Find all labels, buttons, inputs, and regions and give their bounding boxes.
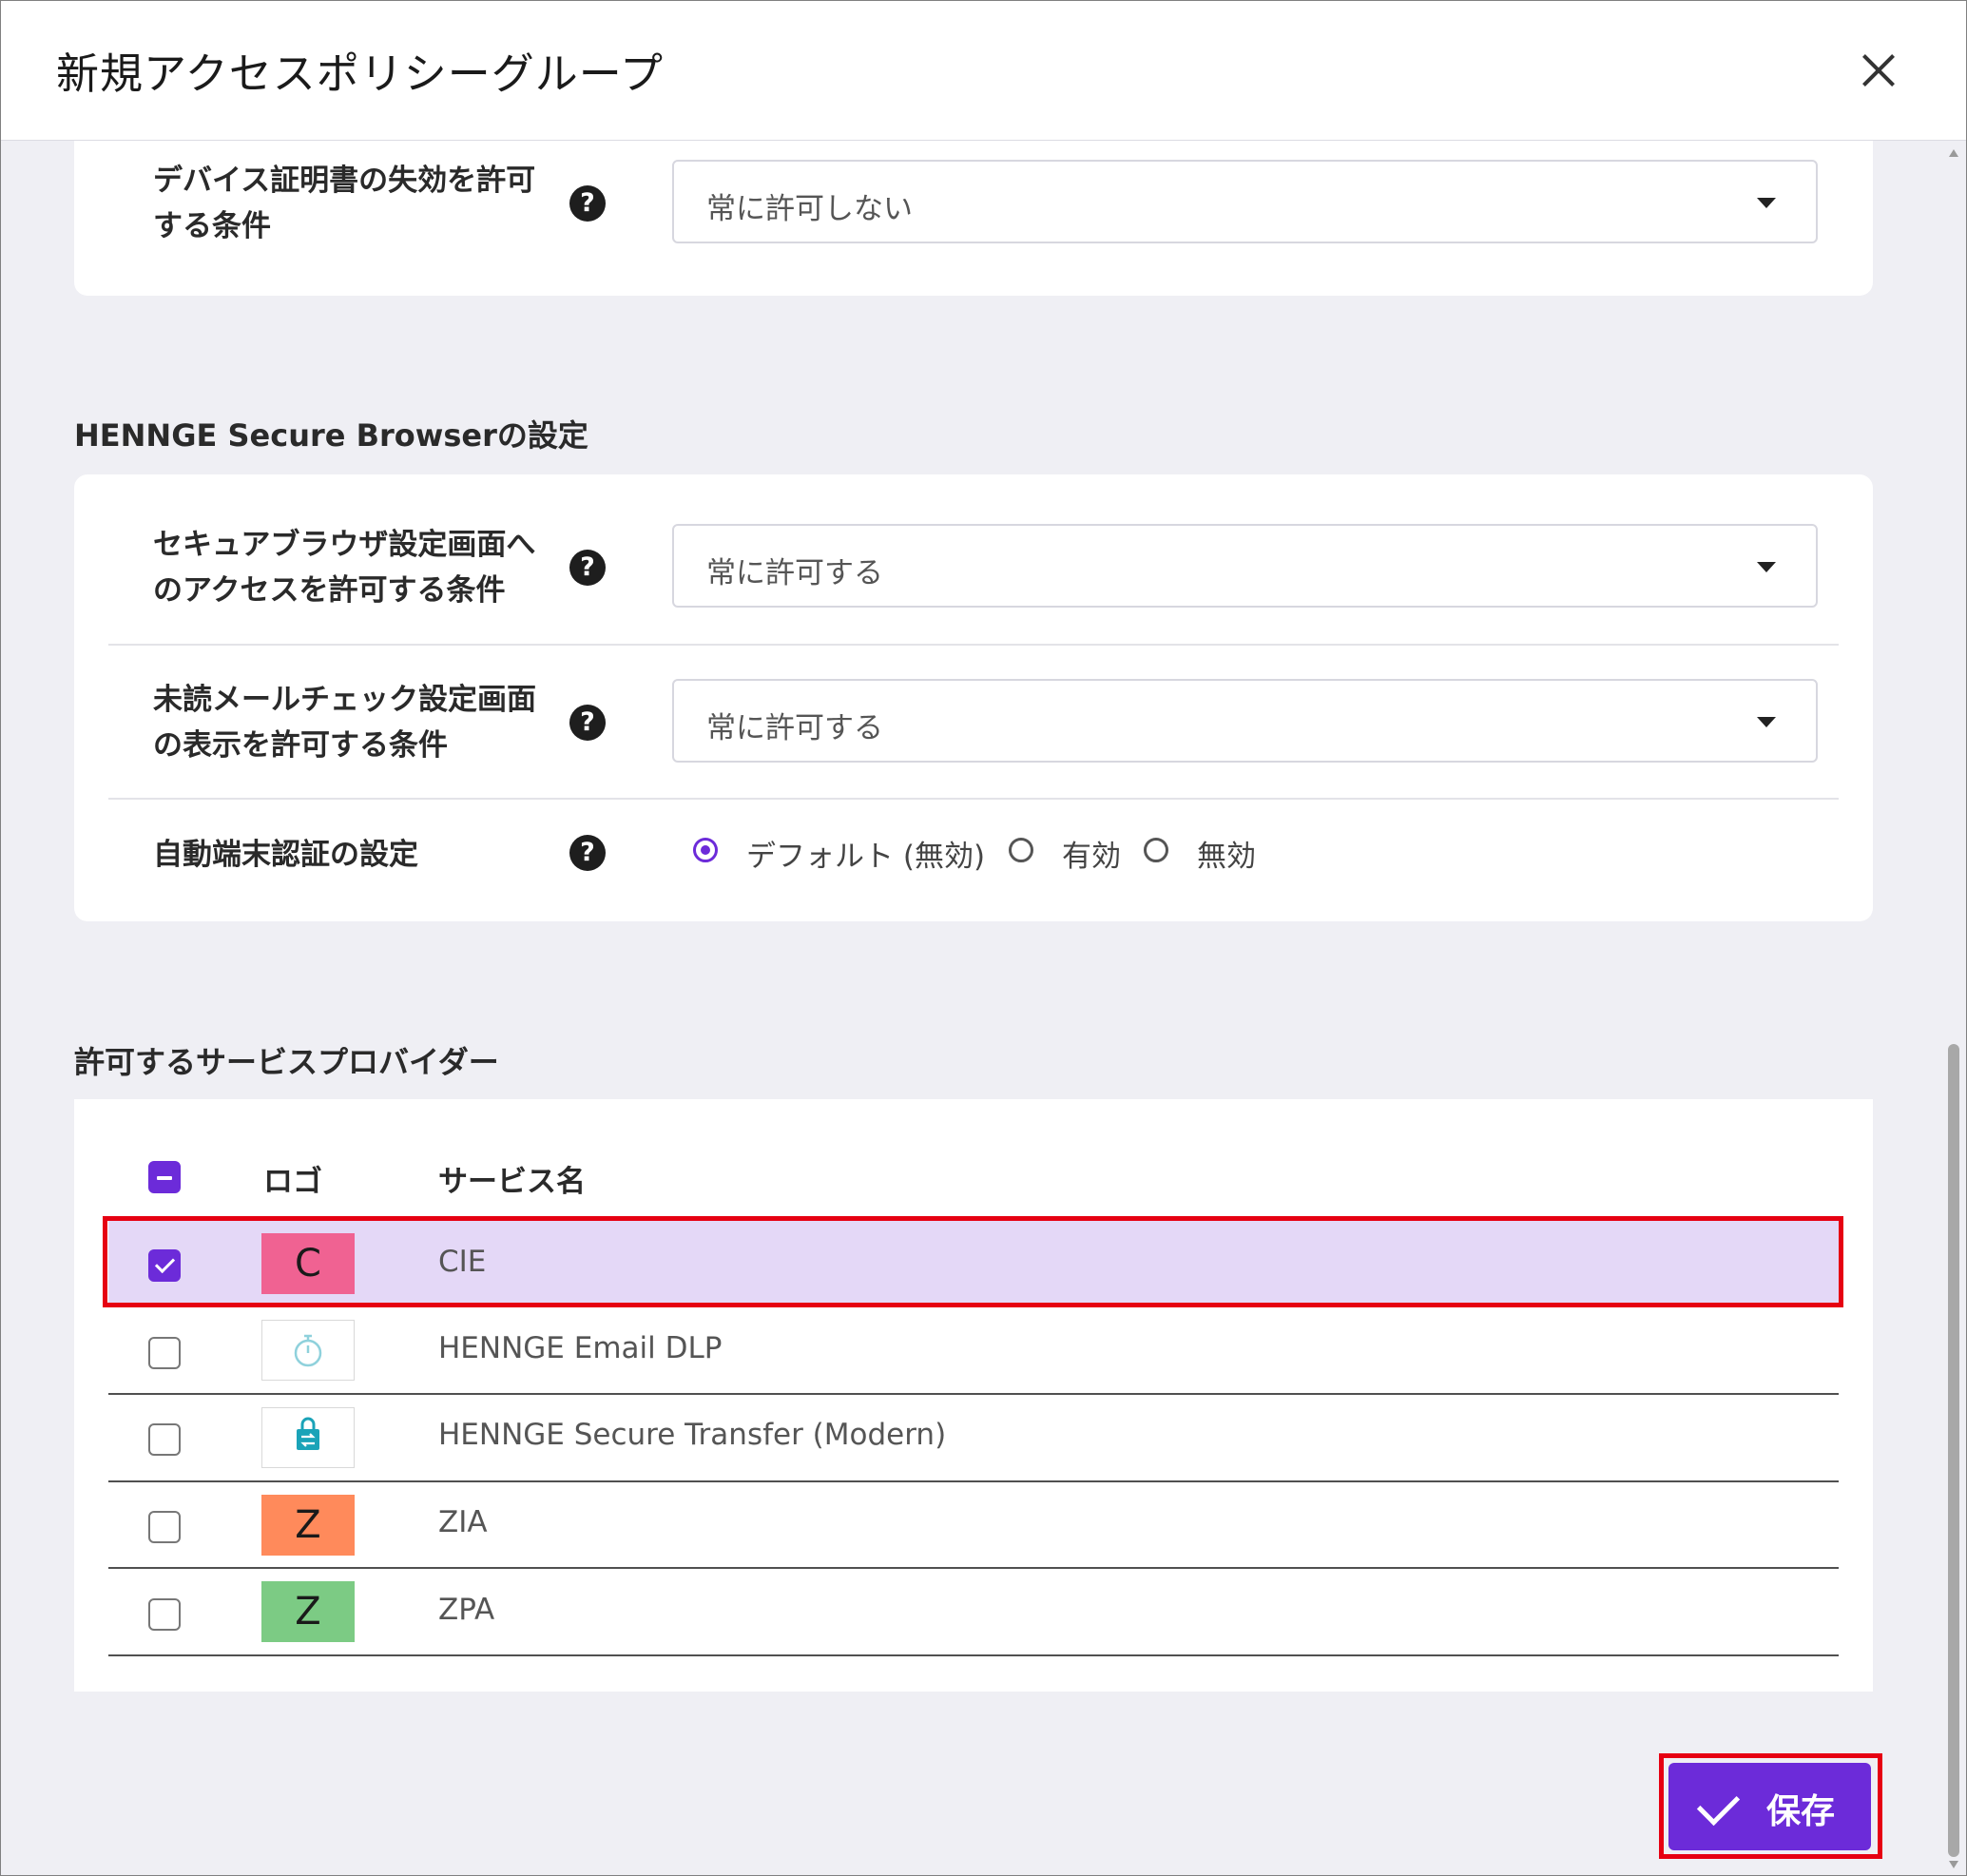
column-header-logo: ロゴ (263, 1165, 322, 1199)
divider (108, 644, 1839, 646)
help-icon[interactable]: ? (569, 705, 606, 741)
device-cert-label: デバイス証明書の失効を許可する条件 (153, 164, 536, 243)
scroll-down-arrow-icon[interactable] (1949, 1861, 1958, 1868)
check-icon (1696, 1782, 1741, 1827)
service-name: HENNGE Email DLP (438, 1331, 723, 1365)
settings-access-select[interactable]: 常に許可する (672, 524, 1818, 608)
radio-circle (1009, 838, 1033, 862)
close-icon[interactable] (1855, 47, 1902, 94)
save-button[interactable]: 保存 (1668, 1763, 1871, 1850)
dialog-title: 新規アクセスポリシーグループ (56, 48, 665, 99)
table-row[interactable] (108, 1221, 1839, 1306)
unread-mail-label: 未読メールチェック設定画面の表示を許可する条件 (153, 683, 536, 763)
logo-zia: Z (261, 1495, 355, 1556)
radio-circle (1144, 838, 1168, 862)
table-row[interactable] (108, 1569, 1839, 1654)
caret-down-icon (1757, 717, 1776, 727)
caret-down-icon (1757, 198, 1776, 208)
help-icon[interactable]: ? (569, 550, 606, 586)
device-cert-select[interactable]: 常に許可しない (672, 160, 1818, 243)
scroll-up-arrow-icon[interactable] (1949, 149, 1958, 157)
radio-label: デフォルト (無効) (746, 840, 986, 874)
table-row[interactable] (108, 1482, 1839, 1568)
logo-cie: C (261, 1233, 355, 1294)
unread-mail-select[interactable]: 常に許可する (672, 679, 1818, 763)
service-name: ZPA (438, 1593, 495, 1627)
radio-circle (693, 838, 718, 862)
auto-auth-label: 自動端末認証の設定 (153, 838, 418, 872)
select-value: 常に許可する (706, 556, 883, 590)
help-icon[interactable]: ? (569, 185, 606, 222)
caret-down-icon (1757, 562, 1776, 572)
radio-label: 無効 (1197, 840, 1256, 874)
scrollbar-thumb[interactable] (1948, 1044, 1959, 1857)
logo-secure-transfer (261, 1407, 355, 1468)
row-checkbox[interactable] (148, 1423, 181, 1456)
select-value: 常に許可する (706, 711, 883, 745)
radio-label: 有効 (1062, 840, 1121, 874)
row-checkbox[interactable] (148, 1511, 181, 1543)
stopwatch-icon (294, 1334, 322, 1367)
save-button-label: 保存 (1766, 1792, 1836, 1831)
settings-access-label: セキュアブラウザ設定画面へのアクセスを許可する条件 (153, 528, 536, 608)
select-value: 常に許可しない (706, 192, 913, 226)
logo-email-dlp (261, 1320, 355, 1381)
service-name: CIE (438, 1245, 487, 1279)
column-header-service-name: サービス名 (438, 1165, 586, 1199)
service-name: HENNGE Secure Transfer (Modern) (438, 1418, 947, 1452)
select-all-checkbox[interactable] (148, 1161, 181, 1193)
divider (108, 798, 1839, 800)
help-icon[interactable]: ? (569, 835, 606, 871)
providers-section-title: 許可するサービスプロバイダー (74, 1044, 499, 1080)
row-checkbox[interactable] (148, 1598, 181, 1631)
row-divider (108, 1654, 1839, 1656)
table-row[interactable] (108, 1395, 1839, 1480)
secure-transfer-icon (297, 1417, 319, 1450)
secure-browser-section-title: HENNGE Secure Browserの設定 (74, 417, 588, 454)
dialog-header: 新規アクセスポリシーグループ (1, 1, 1966, 141)
logo-zpa: Z (261, 1581, 355, 1642)
service-name: ZIA (438, 1505, 488, 1539)
table-row[interactable] (108, 1307, 1839, 1393)
row-checkbox[interactable] (148, 1337, 181, 1369)
row-checkbox[interactable] (148, 1249, 181, 1282)
dialog: デバイス証明書の失効を許可する条件 ? 常に許可しない HENNGE Secur… (0, 0, 1967, 1876)
